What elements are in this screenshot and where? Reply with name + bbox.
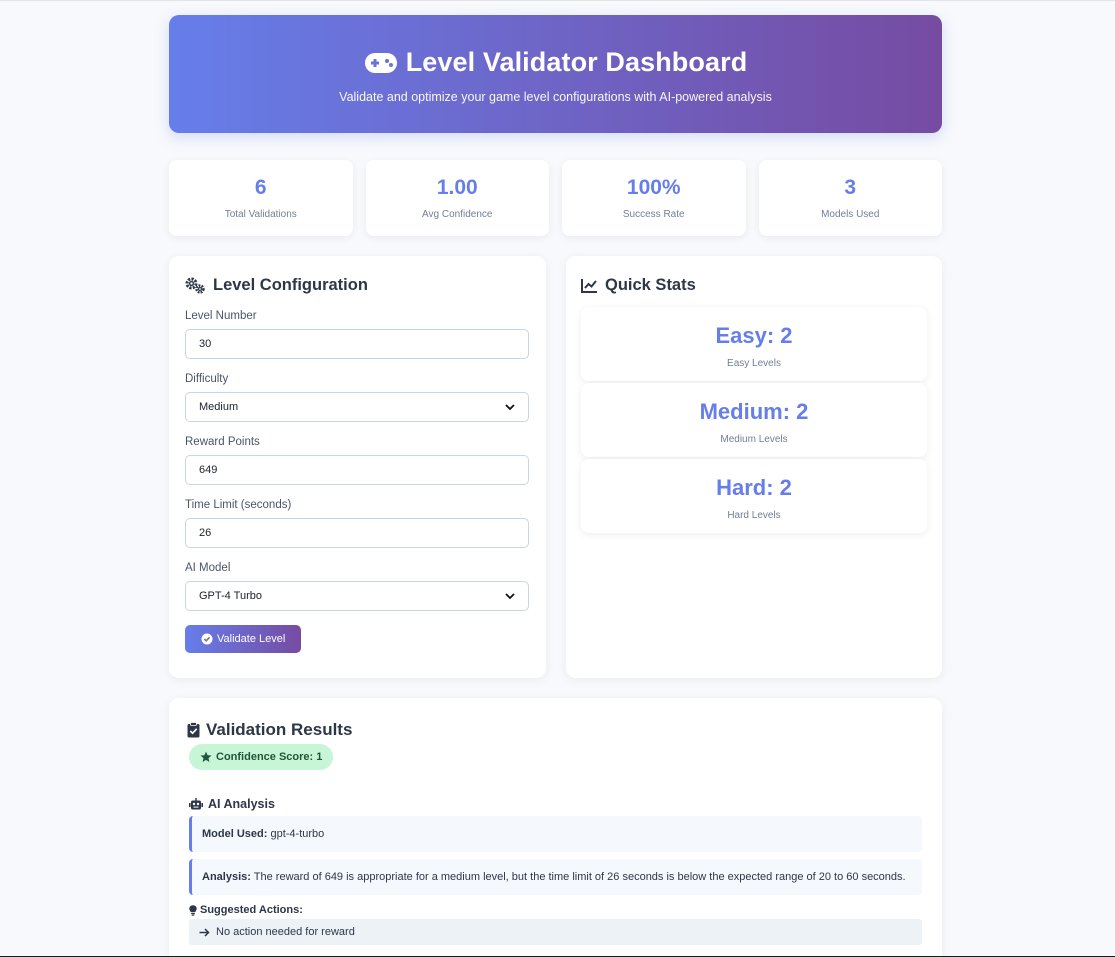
chevron-down-icon bbox=[505, 403, 515, 411]
stats-row: 6 Total Validations 1.00 Avg Confidence … bbox=[169, 160, 942, 236]
quick-stats-panel: Quick Stats Easy: 2 Easy Levels Medium: … bbox=[566, 256, 942, 678]
stat-label: Avg Confidence bbox=[422, 209, 493, 220]
ai-analysis-heading: AI Analysis bbox=[189, 797, 922, 811]
reward-points-value: 649 bbox=[199, 464, 218, 476]
chevron-down-icon bbox=[505, 592, 515, 600]
page-header: Level Validator Dashboard Validate and o… bbox=[169, 15, 942, 133]
level-number-label: Level Number bbox=[185, 310, 257, 322]
config-title-text: Level Configuration bbox=[213, 276, 368, 294]
quick-stat-label: Medium Levels bbox=[720, 434, 788, 445]
stat-label: Models Used bbox=[821, 209, 880, 220]
stat-card-success-rate: 100% Success Rate bbox=[562, 160, 746, 236]
page-subtitle: Validate and optimize your game level co… bbox=[339, 90, 772, 104]
chart-line-icon bbox=[581, 278, 598, 293]
ai-model-label: AI Model bbox=[185, 562, 231, 574]
stat-value: 100% bbox=[626, 176, 681, 199]
quick-stat-hard: Hard: 2 Hard Levels bbox=[581, 459, 927, 533]
model-used-value: gpt-4-turbo bbox=[270, 828, 325, 840]
analysis-label: Analysis: bbox=[202, 871, 251, 883]
results-title: Validation Results bbox=[187, 720, 922, 740]
validate-level-button[interactable]: Validate Level bbox=[185, 625, 302, 653]
analysis-box: Analysis: The reward of 649 is appropria… bbox=[189, 859, 922, 895]
suggestion-text: No action needed for reward bbox=[216, 926, 355, 938]
reward-points-input[interactable]: 649 bbox=[185, 455, 529, 485]
suggested-actions-heading: Suggested Actions: bbox=[189, 904, 922, 916]
confidence-score-text: Confidence Score: 1 bbox=[216, 751, 323, 763]
config-title: Level Configuration bbox=[185, 276, 530, 295]
stat-label: Success Rate bbox=[622, 209, 685, 220]
level-number-input[interactable]: 30 bbox=[185, 329, 529, 359]
time-limit-value: 26 bbox=[199, 527, 212, 539]
ai-model-select[interactable]: GPT-4 Turbo bbox=[185, 581, 529, 611]
quick-stats-list: Easy: 2 Easy Levels Medium: 2 Medium Lev… bbox=[581, 307, 927, 533]
results-title-text: Validation Results bbox=[206, 720, 353, 739]
page-title: Level Validator Dashboard bbox=[169, 15, 942, 78]
quick-stat-label: Hard Levels bbox=[727, 510, 781, 521]
stat-card-avg-confidence: 1.00 Avg Confidence bbox=[365, 160, 549, 236]
gamepad-icon bbox=[364, 52, 398, 74]
stat-value: 3 bbox=[844, 176, 857, 199]
quick-stats-title: Quick Stats bbox=[581, 276, 927, 295]
robot-icon bbox=[189, 798, 203, 810]
quick-stat-label: Easy Levels bbox=[727, 358, 781, 369]
ai-analysis-title: AI Analysis bbox=[208, 797, 275, 811]
stat-card-total-validations: 6 Total Validations bbox=[169, 160, 353, 236]
model-used-label: Model Used: bbox=[202, 828, 268, 840]
difficulty-label: Difficulty bbox=[185, 373, 229, 385]
level-config-panel: Level Configuration Level Number 30 Diff… bbox=[169, 256, 546, 678]
difficulty-select[interactable]: Medium bbox=[185, 392, 529, 422]
quick-stat-value: Medium: 2 bbox=[699, 399, 809, 424]
validation-results-panel: Validation Results Confidence Score: 1 A… bbox=[169, 698, 942, 957]
main-row: Level Configuration Level Number 30 Diff… bbox=[169, 256, 942, 678]
arrow-right-icon bbox=[199, 927, 210, 937]
level-number-value: 30 bbox=[199, 338, 212, 350]
star-icon bbox=[200, 751, 212, 763]
dashboard: Level Validator Dashboard Validate and o… bbox=[169, 15, 942, 957]
page-title-text: Level Validator Dashboard bbox=[405, 47, 748, 77]
ai-model-value: GPT-4 Turbo bbox=[199, 590, 262, 602]
quick-stat-value: Hard: 2 bbox=[716, 475, 792, 500]
analysis-text: The reward of 649 is appropriate for a m… bbox=[253, 871, 906, 883]
confidence-score-badge: Confidence Score: 1 bbox=[189, 744, 334, 770]
suggested-actions-title: Suggested Actions: bbox=[200, 904, 303, 916]
time-limit-input[interactable]: 26 bbox=[185, 518, 529, 548]
lightbulb-icon bbox=[189, 904, 197, 916]
cogs-icon bbox=[185, 277, 206, 294]
quick-stat-easy: Easy: 2 Easy Levels bbox=[581, 307, 927, 381]
model-used-box: Model Used: gpt-4-turbo bbox=[189, 816, 922, 852]
quick-stat-medium: Medium: 2 Medium Levels bbox=[581, 383, 927, 457]
suggestion-item: No action needed for reward bbox=[189, 919, 922, 945]
stat-label: Total Validations bbox=[224, 209, 297, 220]
quick-stat-value: Easy: 2 bbox=[715, 323, 793, 348]
stat-card-models-used: 3 Models Used bbox=[758, 160, 942, 236]
check-circle-icon bbox=[201, 633, 213, 645]
quick-stats-title-text: Quick Stats bbox=[605, 276, 696, 294]
clipboard-check-icon bbox=[187, 722, 200, 738]
stat-value: 6 bbox=[254, 176, 267, 199]
time-limit-label: Time Limit (seconds) bbox=[185, 499, 292, 511]
validate-level-label: Validate Level bbox=[217, 633, 286, 645]
reward-points-label: Reward Points bbox=[185, 436, 260, 448]
difficulty-value: Medium bbox=[199, 401, 239, 413]
stat-value: 1.00 bbox=[436, 176, 478, 199]
